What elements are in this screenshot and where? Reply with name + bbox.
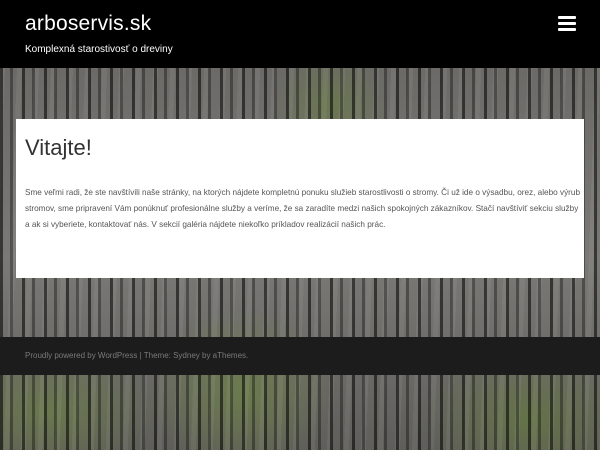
site-header: arboservis.sk Komplexná starostivosť o d… (0, 0, 600, 68)
theme-credit: Theme: Sydney by aThemes. (143, 351, 249, 360)
content-card: Vitajte! Sme veľmi radi, že ste navštívi… (16, 119, 584, 278)
site-footer: Proudly powered by WordPress | Theme: Sy… (0, 337, 600, 375)
powered-by-link[interactable]: Proudly powered by WordPress (25, 351, 137, 360)
footer-credits: Proudly powered by WordPress | Theme: Sy… (25, 351, 248, 360)
site-tagline: Komplexná starostivosť o dreviny (25, 44, 173, 55)
site-title[interactable]: arboservis.sk (25, 12, 151, 36)
page-title: Vitajte! (25, 135, 92, 160)
welcome-paragraph: Sme veľmi radi, že ste navštívili naše s… (25, 188, 580, 229)
hamburger-menu-icon[interactable] (558, 16, 576, 34)
